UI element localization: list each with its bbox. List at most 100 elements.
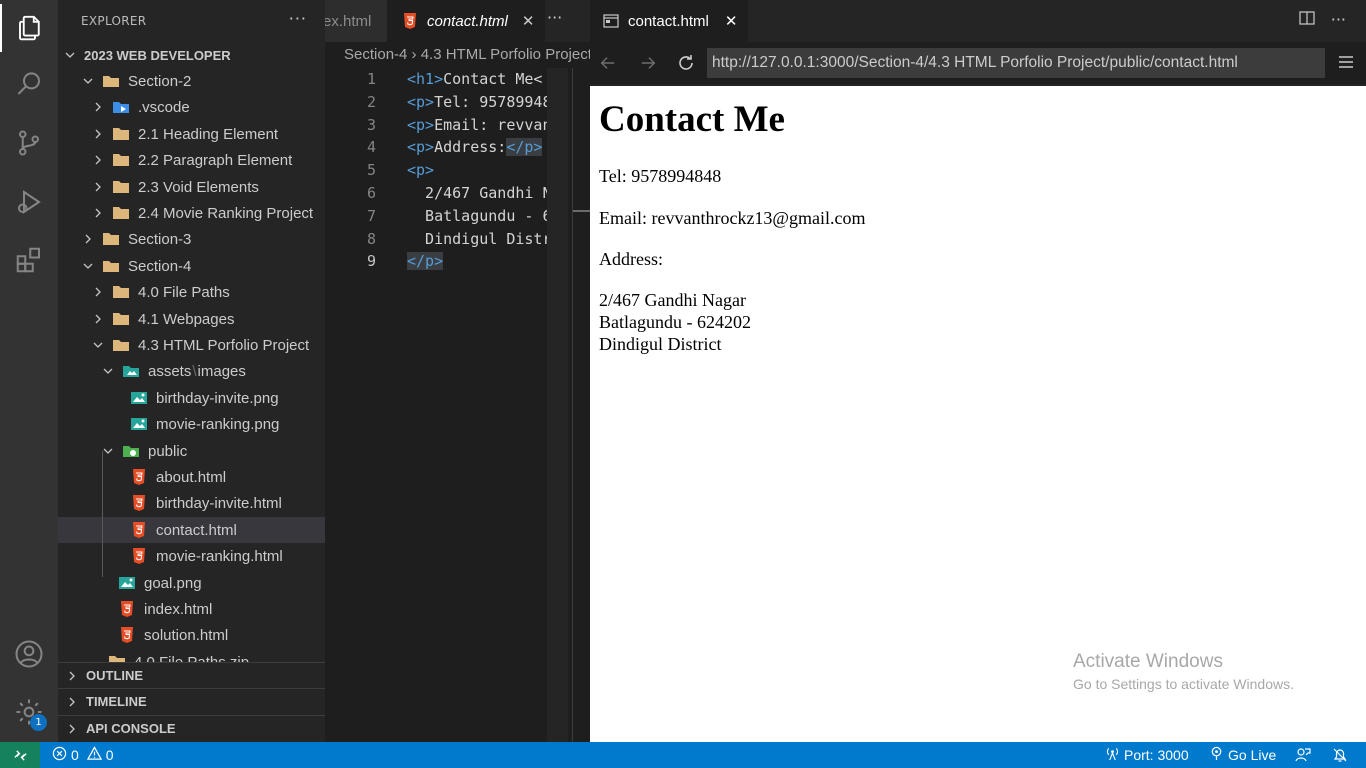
html-file-icon	[118, 627, 136, 643]
feedback-icon[interactable]	[1295, 742, 1311, 768]
chevron-right-icon	[64, 694, 80, 710]
code-area[interactable]: 1 <h1>Contact Me< 2 <p>Tel: 95789948 3 <…	[325, 68, 547, 742]
minimap[interactable]	[547, 68, 568, 742]
timeline-section[interactable]: TIMELINE	[58, 688, 325, 714]
chevron-down-icon	[90, 337, 106, 353]
tree-item-label: .vscode	[138, 98, 190, 116]
source-control-icon[interactable]	[0, 119, 58, 167]
close-tab-icon[interactable]: ✕	[522, 12, 535, 30]
tree-item-assets-images[interactable]: assets \ images	[58, 358, 325, 384]
folder-open-icon	[112, 337, 130, 353]
workspace-root-label: 2023 WEB DEVELOPER	[84, 47, 231, 63]
notifications-bell-icon[interactable]	[1332, 742, 1348, 768]
folder-open-icon	[102, 258, 120, 274]
code-text: Batlagundu - 6	[407, 207, 547, 225]
code-text: 2/467 Gandhi N	[407, 184, 547, 202]
tree-item-public[interactable]: public	[58, 438, 325, 464]
image-file-icon	[118, 575, 136, 591]
split-editor-icon[interactable]	[1299, 10, 1315, 30]
url-bar[interactable]: http://127.0.0.1:3000/Section-4/4.3 HTML…	[707, 48, 1325, 78]
tel-text: Tel: 9578994848	[599, 166, 722, 186]
live-server-port[interactable]: Port: 3000	[1105, 742, 1189, 768]
tree-item-movie-ranking-project[interactable]: 2.4 Movie Ranking Project	[58, 200, 325, 226]
html-file-icon	[401, 13, 419, 29]
breadcrumb[interactable]: Section-4 › 4.3 HTML Porfolio Project	[344, 46, 592, 63]
explorer-icon[interactable]	[0, 4, 58, 52]
email-text: Email: revvanthrockz13@gmail.com	[599, 208, 866, 228]
warning-icon	[86, 746, 102, 764]
code-text: Address:	[434, 138, 507, 156]
chevron-right-icon	[90, 179, 106, 195]
html-file-icon	[130, 469, 148, 485]
tree-item-paragraph-element[interactable]: 2.2 Paragraph Element	[58, 147, 325, 173]
outline-section-label: OUTLINE	[86, 668, 144, 683]
tree-item-movie-ranking-png[interactable]: movie-ranking.png	[58, 411, 325, 437]
tree-item-goal-png[interactable]: goal.png	[58, 570, 325, 596]
folder-icon	[112, 126, 130, 142]
tree-item-index-html[interactable]: index.html	[58, 596, 325, 622]
problems-status[interactable]: 0 0	[52, 742, 114, 768]
chevron-right-icon	[64, 721, 80, 737]
outline-section[interactable]: OUTLINE	[58, 662, 325, 688]
address-line-2: Batlagundu - 624202	[599, 312, 751, 332]
tree-item-heading-element[interactable]: 2.1 Heading Element	[58, 121, 325, 147]
line-number: 9	[366, 252, 376, 270]
tree-item-label: 4.0 File Paths.zip	[134, 653, 250, 663]
tree-item-section-4[interactable]: Section-4	[58, 253, 325, 279]
extensions-icon[interactable]	[0, 236, 58, 284]
settings-badge: 1	[30, 714, 47, 731]
reload-icon[interactable]	[675, 52, 697, 74]
tab-index-html[interactable]: index.html	[325, 0, 387, 42]
tree-item-label: contact.html	[156, 521, 237, 539]
api-console-section[interactable]: API CONSOLE	[58, 715, 325, 741]
go-live-label: Go Live	[1228, 747, 1277, 763]
tree-item-void-elements[interactable]: 2.3 Void Elements	[58, 174, 325, 200]
tree-item-label: solution.html	[144, 626, 229, 644]
tree-item-contact-html[interactable]: contact.html	[58, 517, 325, 543]
port-label: Port: 3000	[1124, 747, 1189, 763]
tree-item-portfolio-project[interactable]: 4.3 HTML Porfolio Project	[58, 332, 325, 358]
tree-item-label: 2.2 Paragraph Element	[138, 151, 293, 169]
more-actions-icon[interactable]: ···	[1331, 10, 1346, 30]
tree-item-file-paths-zip[interactable]: 4.0 File Paths.zip	[58, 649, 325, 662]
file-tree: 2023 WEB DEVELOPER Section-2 .vscode 2.1…	[58, 42, 325, 662]
html-file-icon	[130, 548, 148, 564]
search-icon[interactable]	[0, 60, 58, 108]
back-arrow-icon[interactable]	[597, 52, 619, 74]
go-live-button[interactable]: Go Live	[1209, 742, 1276, 768]
tree-item-birthday-invite-html[interactable]: birthday-invite.html	[58, 490, 325, 516]
line-number: 6	[366, 184, 376, 202]
tree-item-section-3[interactable]: Section-3	[58, 226, 325, 252]
explorer-more-icon[interactable]: ···	[289, 9, 307, 28]
page-heading: Contact Me	[599, 99, 785, 140]
tree-item-movie-ranking-html[interactable]: movie-ranking.html	[58, 543, 325, 569]
remote-indicator-icon[interactable]	[0, 742, 40, 768]
tree-item-birthday-invite-png[interactable]: birthday-invite.png	[58, 385, 325, 411]
tree-item-file-paths[interactable]: 4.0 File Paths	[58, 279, 325, 305]
editor-more-actions-icon[interactable]: ···	[547, 8, 562, 27]
workspace-root[interactable]: 2023 WEB DEVELOPER	[58, 42, 325, 68]
tree-item-solution-html[interactable]: solution.html	[58, 622, 325, 648]
account-icon[interactable]	[0, 630, 58, 678]
run-debug-icon[interactable]	[0, 178, 58, 226]
tree-item-label-suffix: images	[197, 362, 246, 380]
code-tag: <p>	[407, 93, 435, 111]
close-tab-icon[interactable]: ✕	[725, 12, 738, 30]
line-number: 2	[366, 93, 376, 111]
html-file-icon	[130, 495, 148, 511]
folder-icon	[112, 311, 130, 327]
forward-arrow-icon[interactable]	[637, 52, 659, 74]
tree-item-webpages[interactable]: 4.1 Webpages	[58, 306, 325, 332]
tree-item-label: 2.3 Void Elements	[138, 178, 259, 196]
tree-item-vscode[interactable]: .vscode	[58, 94, 325, 120]
api-console-section-label: API CONSOLE	[86, 721, 176, 736]
address-line-1: 2/467 Gandhi Nagar	[599, 290, 746, 310]
tab-preview-contact[interactable]: contact.html ✕	[590, 0, 748, 42]
chevron-right-icon	[90, 126, 106, 142]
tab-contact-html[interactable]: contact.html ✕	[387, 0, 545, 42]
settings-gear-icon[interactable]: 1	[0, 688, 58, 736]
tree-item-about-html[interactable]: about.html	[58, 464, 325, 490]
code-tag: </p>	[506, 138, 543, 156]
hamburger-menu-icon[interactable]	[1338, 54, 1354, 70]
tree-item-section-2[interactable]: Section-2	[58, 68, 325, 94]
